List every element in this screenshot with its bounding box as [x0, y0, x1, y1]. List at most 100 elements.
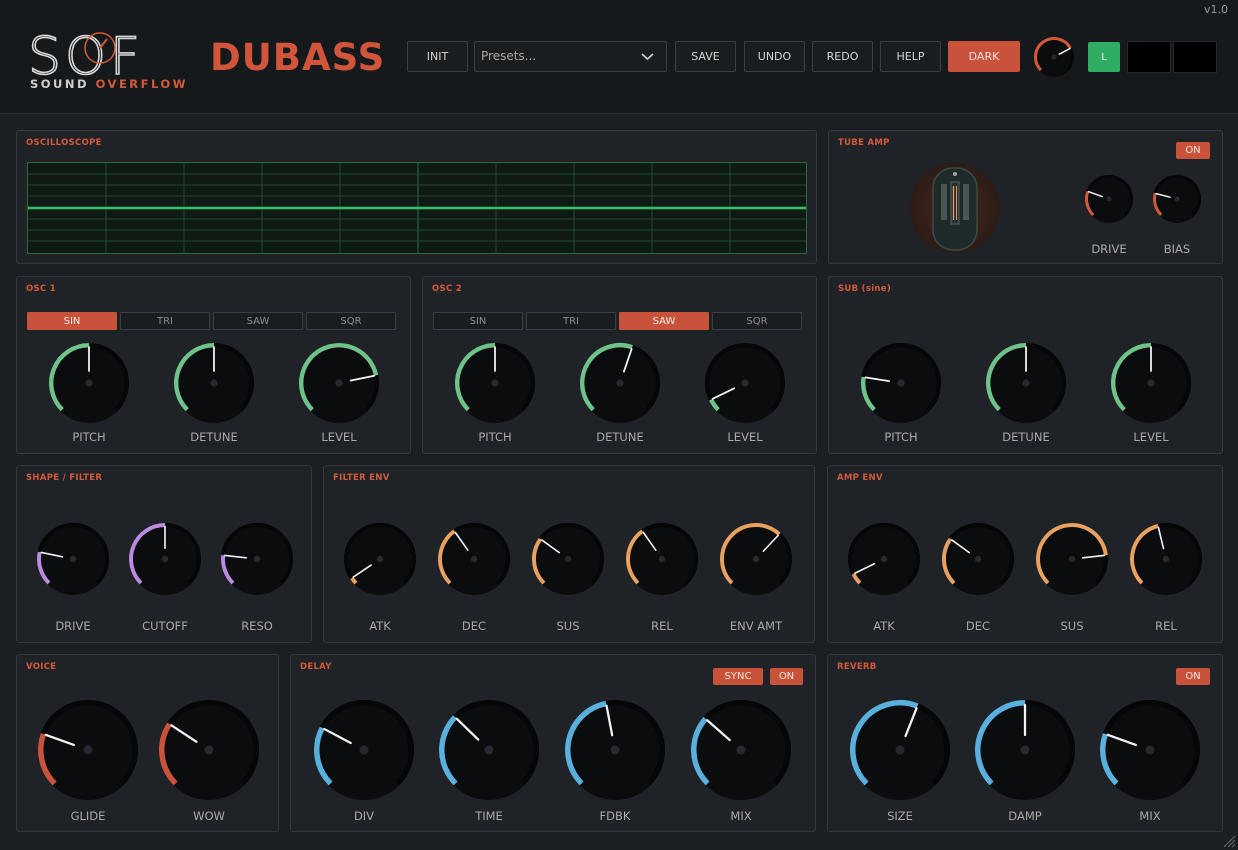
- delay-div-knob[interactable]: [307, 693, 421, 807]
- delay-time-label: TIME: [475, 809, 503, 823]
- panel-title: SUB (sine): [838, 284, 892, 294]
- delay-mix-knob[interactable]: [684, 693, 798, 807]
- filter-env-atk-label: ATK: [369, 619, 391, 633]
- shape-cutoff-knob[interactable]: [124, 518, 206, 600]
- osc1-wave-saw[interactable]: SAW: [213, 312, 303, 330]
- filter-env-amt-knob[interactable]: [715, 518, 797, 600]
- panel-title: SHAPE / FILTER: [26, 473, 103, 483]
- filter-env-sus-label: SUS: [556, 619, 580, 633]
- reverb-mix-knob[interactable]: [1093, 693, 1207, 807]
- voice-glide-knob[interactable]: [31, 693, 145, 807]
- tube-drive-knob[interactable]: [1080, 170, 1138, 228]
- osc2-wave-sqr[interactable]: SQR: [712, 312, 802, 330]
- tube-bias-label: BIAS: [1163, 242, 1191, 256]
- osc2-detune-label: DETUNE: [596, 430, 644, 444]
- master-volume-knob[interactable]: [1030, 33, 1078, 81]
- amp-env-rel-knob[interactable]: [1125, 518, 1207, 600]
- delay-on-toggle[interactable]: ON: [770, 668, 803, 685]
- amp-env-panel: AMP ENV ATK DEC SUS REL: [827, 465, 1223, 643]
- vacuum-tube-icon: [910, 163, 1000, 253]
- osc2-panel: OSC 2 SIN TRI SAW SQR PITCH DETUNE LEVEL: [422, 276, 817, 454]
- filter-env-dec-knob[interactable]: [433, 518, 515, 600]
- header-bar: v1.0 SOF SOUND OVERFLOW DUBASS INIT Pres…: [0, 0, 1238, 114]
- shape-drive-label: DRIVE: [55, 619, 91, 633]
- amp-env-atk-knob[interactable]: [843, 518, 925, 600]
- sub-level-label: LEVEL: [1133, 430, 1169, 444]
- panel-title: OSC 1: [26, 284, 56, 294]
- oscilloscope-display: [27, 162, 807, 254]
- reverb-on-toggle[interactable]: ON: [1176, 668, 1210, 685]
- presets-dropdown[interactable]: Presets...: [474, 41, 667, 72]
- voice-wow-label: WOW: [193, 809, 225, 823]
- save-button[interactable]: SAVE: [675, 41, 736, 72]
- filter-env-atk-knob[interactable]: [339, 518, 421, 600]
- filter-env-amt-label: ENV AMT: [729, 619, 783, 633]
- osc1-wave-sin[interactable]: SIN: [27, 312, 117, 330]
- shape-filter-panel: SHAPE / FILTER DRIVE CUTOFF RESO: [16, 465, 312, 643]
- resize-grip-icon[interactable]: [1222, 834, 1236, 848]
- amp-env-dec-label: DEC: [965, 619, 991, 633]
- panel-title: FILTER ENV: [333, 473, 390, 483]
- osc1-level-knob[interactable]: [293, 337, 385, 429]
- osc2-level-label: LEVEL: [727, 430, 763, 444]
- reverb-mix-label: MIX: [1139, 809, 1161, 823]
- panel-title: TUBE AMP: [838, 138, 890, 148]
- version-label: v1.0: [1203, 3, 1228, 16]
- sub-detune-label: DETUNE: [1002, 430, 1050, 444]
- shape-reso-label: RESO: [241, 619, 273, 633]
- shape-reso-knob[interactable]: [216, 518, 298, 600]
- undo-button[interactable]: UNDO: [744, 41, 805, 72]
- tube-bias-knob[interactable]: [1148, 170, 1206, 228]
- tube-amp-panel: TUBE AMP ON DRIVE BIAS: [828, 130, 1223, 264]
- filter-env-sus-knob[interactable]: [527, 518, 609, 600]
- osc2-wave-saw[interactable]: SAW: [619, 312, 709, 330]
- reverb-size-knob[interactable]: [843, 693, 957, 807]
- redo-button[interactable]: REDO: [812, 41, 873, 72]
- chevron-down-icon: [641, 53, 654, 61]
- output-led-button[interactable]: L: [1088, 42, 1120, 72]
- amp-env-sus-knob[interactable]: [1031, 518, 1113, 600]
- osc2-wave-sin[interactable]: SIN: [433, 312, 523, 330]
- sub-pitch-knob[interactable]: [855, 337, 947, 429]
- delay-fdbk-knob[interactable]: [558, 693, 672, 807]
- osc1-level-label: LEVEL: [321, 430, 357, 444]
- osc1-wave-sqr[interactable]: SQR: [306, 312, 396, 330]
- reverb-damp-knob[interactable]: [968, 693, 1082, 807]
- amp-env-atk-label: ATK: [873, 619, 895, 633]
- sub-detune-knob[interactable]: [980, 337, 1072, 429]
- voice-wow-knob[interactable]: [152, 693, 266, 807]
- shape-drive-knob[interactable]: [32, 518, 114, 600]
- voice-glide-label: GLIDE: [70, 809, 106, 823]
- product-title: DUBASS: [210, 36, 386, 79]
- filter-env-rel-knob[interactable]: [621, 518, 703, 600]
- delay-sync-toggle[interactable]: SYNC: [713, 668, 763, 685]
- sub-level-knob[interactable]: [1105, 337, 1197, 429]
- oscilloscope-panel: OSCILLOSCOPE: [16, 130, 817, 264]
- amp-env-rel-label: REL: [1155, 619, 1177, 633]
- osc2-pitch-knob[interactable]: [449, 337, 541, 429]
- osc1-detune-knob[interactable]: [168, 337, 260, 429]
- amp-env-dec-knob[interactable]: [937, 518, 1019, 600]
- delay-panel: DELAY SYNC ON DIV TIME FDBK MIX: [290, 654, 816, 832]
- oscilloscope-grid: [28, 163, 806, 253]
- osc2-pitch-label: PITCH: [478, 430, 512, 444]
- voice-panel: VOICE GLIDE WOW: [16, 654, 279, 832]
- osc2-level-knob[interactable]: [699, 337, 791, 429]
- shape-cutoff-label: CUTOFF: [142, 619, 188, 633]
- reverb-damp-label: DAMP: [1008, 809, 1042, 823]
- delay-time-knob[interactable]: [432, 693, 546, 807]
- init-button[interactable]: INIT: [407, 41, 468, 72]
- osc1-pitch-knob[interactable]: [43, 337, 135, 429]
- osc1-wave-tri[interactable]: TRI: [120, 312, 210, 330]
- meter-display-right: [1173, 41, 1217, 73]
- tube-amp-on-toggle[interactable]: ON: [1176, 142, 1210, 159]
- osc1-pitch-label: PITCH: [72, 430, 106, 444]
- reverb-panel: REVERB ON SIZE DAMP MIX: [827, 654, 1223, 832]
- panel-title: OSC 2: [432, 284, 462, 294]
- filter-env-rel-label: REL: [651, 619, 673, 633]
- delay-mix-label: MIX: [730, 809, 752, 823]
- osc2-wave-tri[interactable]: TRI: [526, 312, 616, 330]
- osc2-detune-knob[interactable]: [574, 337, 666, 429]
- theme-dark-button[interactable]: DARK: [948, 41, 1020, 72]
- help-button[interactable]: HELP: [880, 41, 941, 72]
